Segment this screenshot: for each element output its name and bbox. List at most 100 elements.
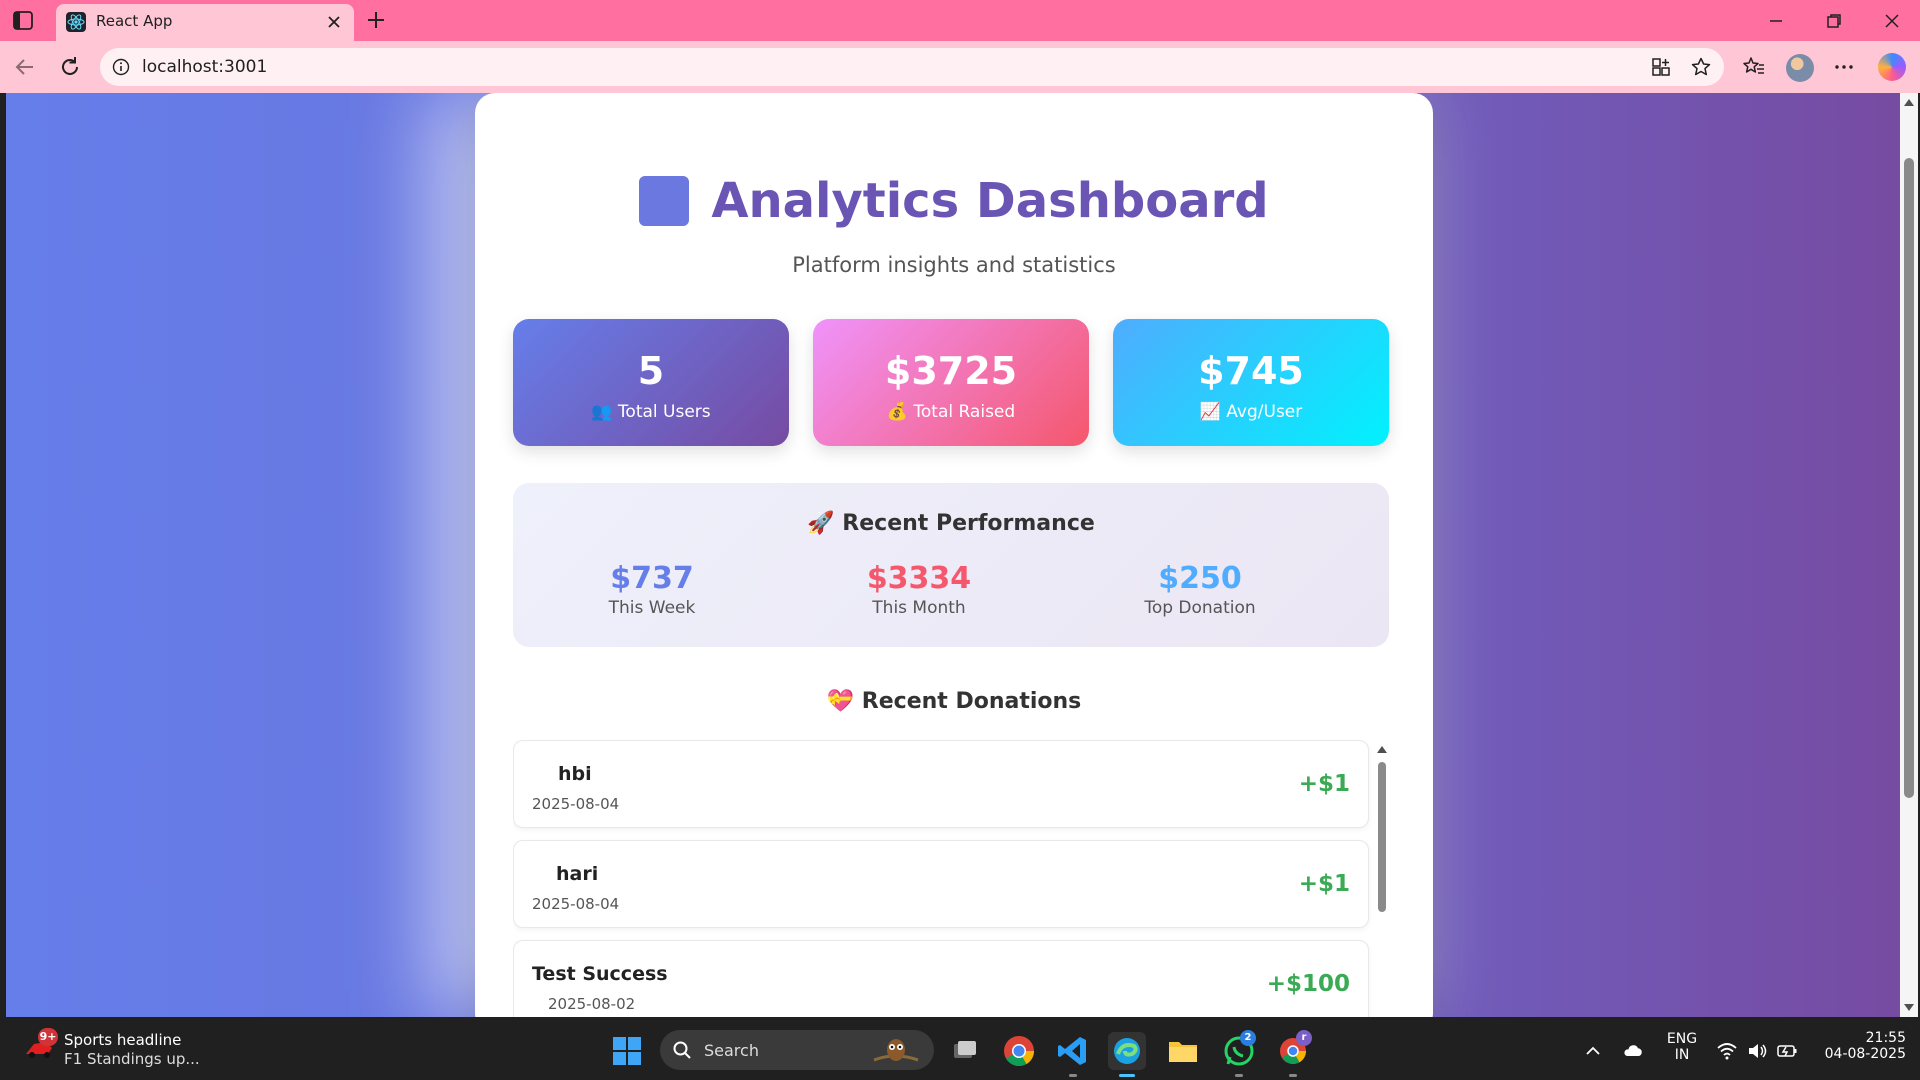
minimize-icon[interactable] xyxy=(1763,8,1789,34)
performance-label: This Week xyxy=(608,598,696,618)
performance-this-month: $3334 This Month xyxy=(809,561,1029,618)
omnibox[interactable]: localhost:3001 xyxy=(100,48,1724,86)
scroll-up-arrow-icon[interactable] xyxy=(1377,746,1387,753)
scroll-down-arrow-icon[interactable] xyxy=(1904,1004,1914,1011)
wifi-icon[interactable] xyxy=(1716,1040,1738,1062)
chart-icon xyxy=(639,176,690,226)
section-title-text: Recent Performance xyxy=(842,511,1095,536)
new-tab-icon[interactable] xyxy=(364,8,388,32)
dashboard-card: Analytics Dashboard Platform insights an… xyxy=(475,93,1433,1017)
recent-performance-panel: 🚀 Recent Performance $737 This Week $333… xyxy=(513,483,1389,647)
stat-card-total-raised: $3725 💰 Total Raised xyxy=(813,319,1089,446)
stat-label: 📈 Avg/User xyxy=(1113,402,1389,422)
language-indicator[interactable]: ENG IN xyxy=(1664,1031,1700,1063)
section-title: 🚀 Recent Performance xyxy=(513,511,1389,536)
search-icon xyxy=(673,1041,691,1059)
sidebar-toggle-icon[interactable] xyxy=(12,10,34,31)
clock-date: 04-08-2025 xyxy=(1824,1046,1906,1062)
performance-value: $3334 xyxy=(866,561,972,596)
profile-avatar[interactable] xyxy=(1786,54,1814,82)
reload-icon[interactable] xyxy=(57,54,83,80)
stat-card-avg-user: $745 📈 Avg/User xyxy=(1113,319,1389,446)
vscode-icon[interactable] xyxy=(1054,1032,1092,1070)
donation-date: 2025-08-04 xyxy=(532,795,620,813)
donation-amount: +$1 xyxy=(1298,871,1350,897)
section-title-text: Recent Donations xyxy=(861,689,1082,714)
volume-icon[interactable] xyxy=(1746,1040,1768,1062)
donor-name: Test Success xyxy=(532,963,668,985)
performance-label: Top Donation xyxy=(1144,598,1256,618)
site-info-icon[interactable] xyxy=(112,58,130,76)
owl-icon xyxy=(873,1039,919,1062)
close-tab-icon[interactable] xyxy=(324,12,344,32)
tab-react-app[interactable]: React App xyxy=(56,4,354,41)
performance-value: $250 xyxy=(1158,561,1242,596)
running-indicator xyxy=(1069,1074,1077,1077)
back-arrow-icon[interactable] xyxy=(12,54,38,80)
heart-gift-icon: 💝 xyxy=(826,689,855,714)
task-view-icon[interactable] xyxy=(946,1032,984,1070)
donations-list[interactable]: hbi 2025-08-04 +$1 hari 2025-08-04 +$1 T… xyxy=(513,740,1389,1017)
clock[interactable]: 21:55 04-08-2025 xyxy=(1806,1030,1906,1062)
windows-start-icon[interactable] xyxy=(612,1036,642,1066)
taskbar: 9+ Sports headline F1 Standings up... Se… xyxy=(0,1020,1920,1080)
donation-amount: +$1 xyxy=(1298,771,1350,797)
stat-label-text: Avg/User xyxy=(1226,402,1303,422)
running-indicator xyxy=(1235,1074,1243,1077)
scrollbar-thumb[interactable] xyxy=(1904,158,1914,798)
edge-icon xyxy=(1114,1038,1140,1064)
app-available-icon[interactable] xyxy=(1650,56,1672,78)
react-icon xyxy=(66,12,86,32)
list-item: hari 2025-08-04 +$1 xyxy=(513,840,1369,928)
news-title: Sports headline xyxy=(64,1031,182,1049)
money-bag-icon: 💰 xyxy=(886,402,908,422)
donor-name: hari xyxy=(556,863,599,885)
page-scrollbar[interactable] xyxy=(1900,93,1918,1017)
donation-date: 2025-08-02 xyxy=(548,995,636,1013)
edge-app-button[interactable] xyxy=(1108,1032,1146,1070)
battery-icon[interactable] xyxy=(1776,1040,1798,1062)
stat-label-text: Total Raised xyxy=(913,402,1016,422)
stat-label-text: Total Users xyxy=(617,402,711,422)
onedrive-cloud-icon[interactable] xyxy=(1622,1040,1644,1062)
list-item: hbi 2025-08-04 +$1 xyxy=(513,740,1369,828)
tab-bar: React App xyxy=(0,0,1920,41)
list-item: Test Success 2025-08-02 +$100 xyxy=(513,940,1369,1017)
donor-name: hbi xyxy=(558,763,592,785)
performance-value: $737 xyxy=(610,561,694,596)
chrome-icon[interactable] xyxy=(1000,1032,1038,1070)
users-icon: 👥 xyxy=(591,402,613,422)
copilot-icon[interactable] xyxy=(1878,53,1906,81)
chevron-up-icon[interactable] xyxy=(1582,1040,1604,1062)
stat-label: 👥 Total Users xyxy=(513,402,789,422)
list-scrollbar[interactable] xyxy=(1375,740,1389,1017)
news-badge: 9+ xyxy=(38,1028,58,1046)
url-text[interactable]: localhost:3001 xyxy=(142,57,267,77)
chrome-profile-badge: r xyxy=(1296,1030,1312,1046)
scrollbar-thumb[interactable] xyxy=(1378,762,1386,912)
search-placeholder: Search xyxy=(704,1041,759,1060)
news-subtitle: F1 Standings up... xyxy=(64,1050,200,1068)
close-window-icon[interactable] xyxy=(1879,8,1905,34)
chart-up-icon: 📈 xyxy=(1199,402,1221,422)
favorites-icon[interactable] xyxy=(1741,54,1767,80)
file-explorer-icon[interactable] xyxy=(1164,1032,1202,1070)
performance-label: This Month xyxy=(872,598,966,618)
scroll-up-arrow-icon[interactable] xyxy=(1904,99,1914,106)
stat-value: 5 xyxy=(637,349,665,393)
stat-value: $3725 xyxy=(884,349,1018,393)
stat-label: 💰 Total Raised xyxy=(813,402,1089,422)
page-subtitle: Platform insights and statistics xyxy=(792,253,1116,277)
page-title: Analytics Dashboard xyxy=(711,173,1269,229)
donation-amount: +$100 xyxy=(1266,971,1350,997)
region-code: IN xyxy=(1674,1047,1690,1063)
news-widget[interactable]: 9+ Sports headline F1 Standings up... xyxy=(24,1028,204,1072)
performance-top-donation: $250 Top Donation xyxy=(1090,561,1310,618)
taskbar-search[interactable]: Search xyxy=(660,1030,934,1070)
running-indicator xyxy=(1289,1074,1297,1077)
favorite-star-icon[interactable] xyxy=(1690,56,1712,78)
section-title: 💝 Recent Donations xyxy=(475,689,1433,714)
more-options-icon[interactable] xyxy=(1831,54,1857,80)
restore-icon[interactable] xyxy=(1821,8,1847,34)
title-row: Analytics Dashboard xyxy=(475,171,1433,231)
